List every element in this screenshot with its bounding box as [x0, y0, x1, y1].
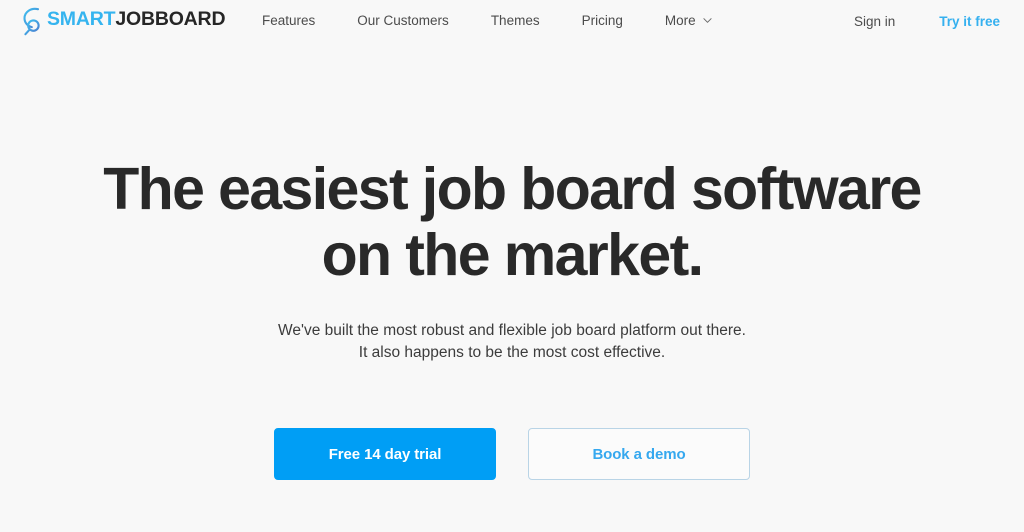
hero-subtitle-line-2: It also happens to be the most cost effe… — [358, 344, 666, 361]
brand-logo[interactable]: SMARTJOBBOARD — [18, 2, 226, 38]
hero-subtitle-line-1: We've built the most robust and flexible… — [278, 322, 746, 339]
hero-cta-group: Free 14 day trial Book a demo — [0, 364, 1024, 480]
magnifier-logo-icon — [18, 4, 46, 36]
hero-subtitle: We've built the most robust and flexible… — [0, 288, 1024, 364]
hero-section: The easiest job board software on the ma… — [0, 42, 1024, 480]
chevron-down-icon — [703, 16, 712, 25]
nav-item-label: More — [664, 13, 696, 29]
nav-item-more[interactable]: More — [665, 8, 712, 34]
brand-wordmark: SMARTJOBBOARD — [47, 8, 226, 31]
main-navigation: Features Our Customers Themes Pricing Mo… — [262, 0, 712, 42]
nav-item-label: Features — [262, 13, 316, 29]
nav-item-themes[interactable]: Themes — [491, 8, 540, 34]
book-a-demo-button[interactable]: Book a demo — [528, 428, 750, 480]
nav-item-pricing[interactable]: Pricing — [582, 8, 623, 34]
brand-word-smart: SMART — [47, 8, 116, 31]
sign-in-link[interactable]: Sign in — [854, 14, 895, 29]
nav-item-label: Our Customers — [357, 13, 449, 29]
free-trial-button[interactable]: Free 14 day trial — [274, 428, 496, 480]
header-actions: Sign in Try it free — [854, 0, 1000, 42]
nav-item-label: Themes — [490, 13, 540, 29]
page-title: The easiest job board software on the ma… — [0, 42, 1024, 288]
page-title-line-2: on the market. — [321, 222, 704, 288]
nav-item-features[interactable]: Features — [262, 8, 315, 34]
site-header: SMARTJOBBOARD Features Our Customers The… — [0, 0, 1024, 42]
try-it-free-link[interactable]: Try it free — [939, 14, 1000, 29]
nav-item-label: Pricing — [581, 13, 623, 29]
brand-word-jobboard: JOBBOARD — [115, 8, 226, 31]
landing-page: SMARTJOBBOARD Features Our Customers The… — [0, 0, 1024, 532]
nav-item-our-customers[interactable]: Our Customers — [357, 8, 449, 34]
page-title-line-1: The easiest job board software — [103, 156, 922, 222]
